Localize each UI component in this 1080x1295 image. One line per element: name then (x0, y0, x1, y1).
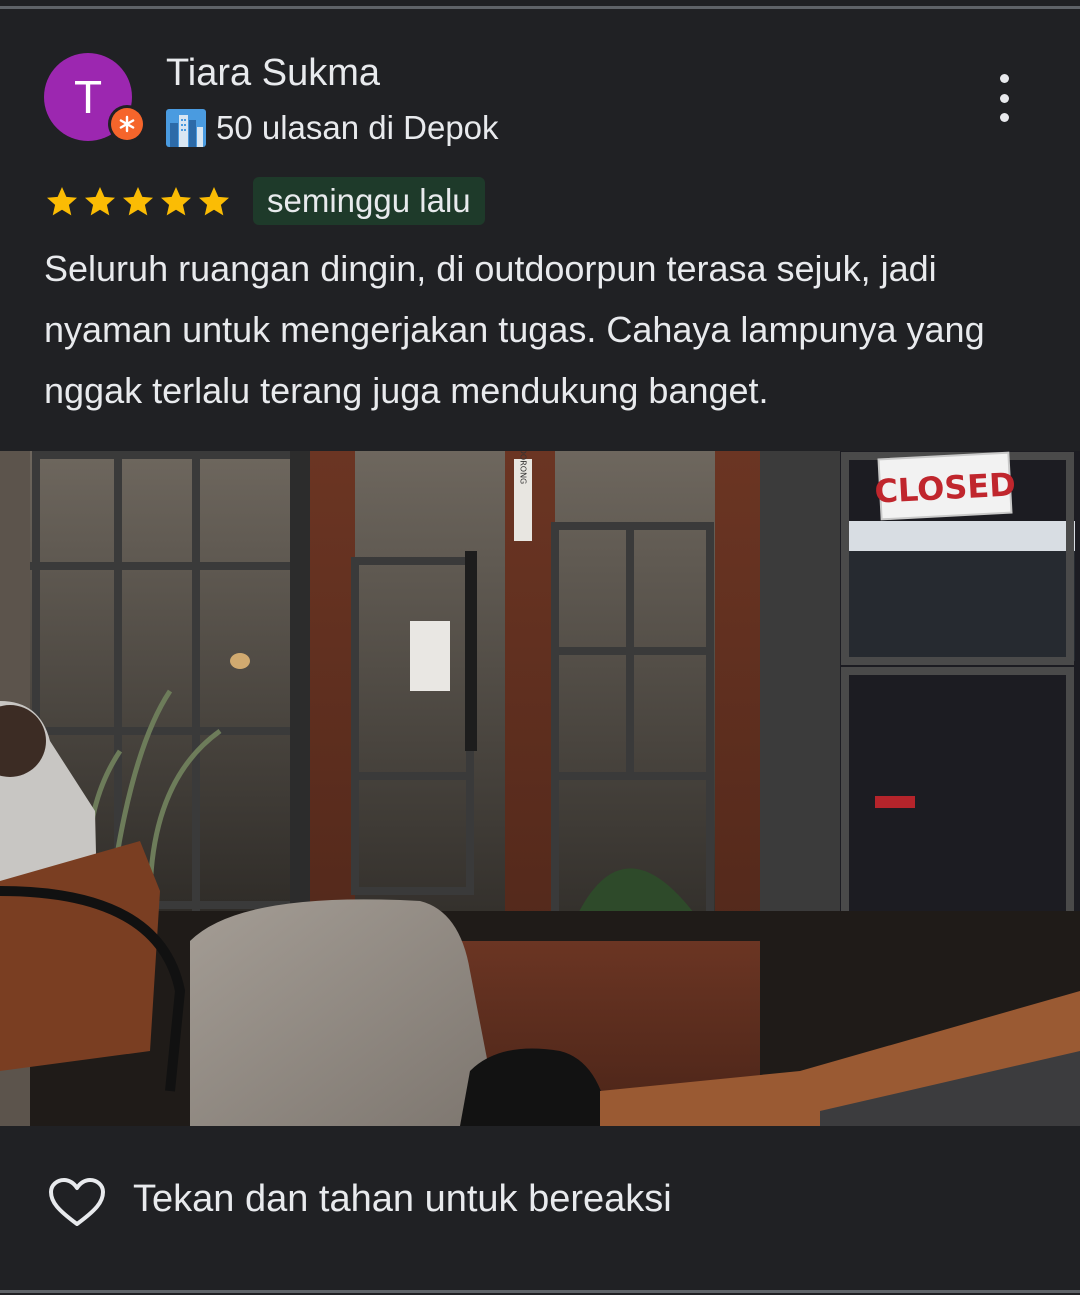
star-icon (161, 187, 191, 216)
author-meta: 50 ulasan di Depok (166, 106, 499, 150)
review-count: 50 ulasan di Depok (216, 109, 499, 146)
local-guide-badge-icon (108, 105, 146, 143)
react-button[interactable] (48, 1175, 106, 1231)
star-icon (85, 187, 115, 216)
star-icon (47, 187, 77, 216)
react-label[interactable]: Tekan dan tahan untuk bereaksi (133, 1178, 672, 1221)
review-text: Seluruh ruangan dingin, di outdoorpun te… (44, 248, 985, 411)
star-icon (123, 187, 153, 216)
review-date: seminggu lalu (253, 177, 485, 225)
bottom-divider (0, 1290, 1080, 1293)
heart-outline-icon[interactable] (48, 1177, 106, 1229)
review-photo[interactable]: DORONG CLOSED (0, 451, 1080, 1126)
closed-sign-text: CLOSED (874, 465, 1017, 510)
top-divider (0, 6, 1080, 9)
door-sticker-text: DORONG (519, 451, 528, 484)
more-vert-icon[interactable] (986, 74, 1022, 122)
city-icon (166, 109, 206, 147)
star-rating (44, 184, 232, 220)
author-name[interactable]: Tiara Sukma (166, 52, 380, 95)
star-icon (199, 187, 229, 216)
